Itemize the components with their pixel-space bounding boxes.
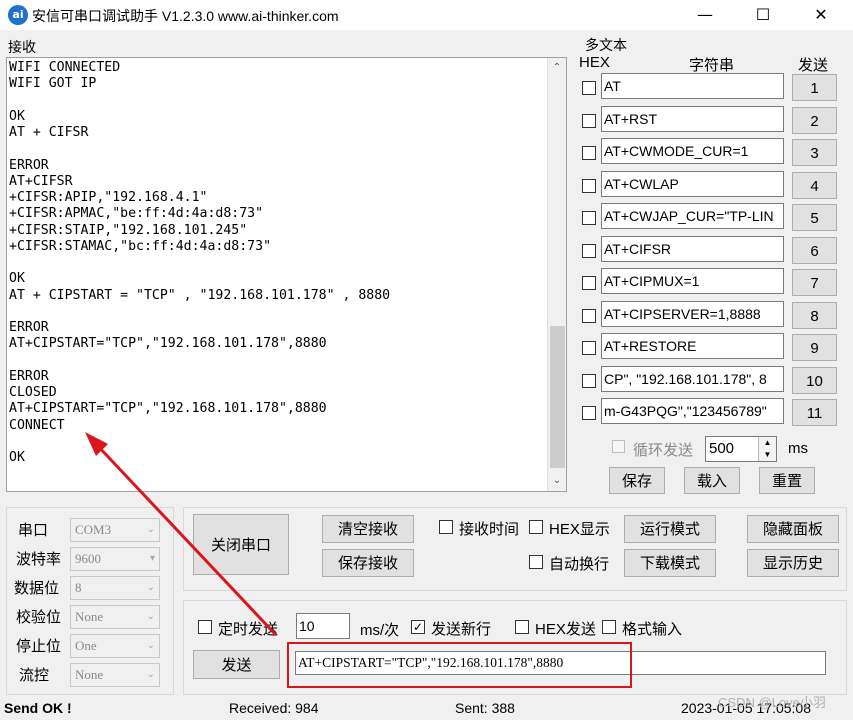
send-status: Send OK ! (4, 700, 72, 716)
annotation-arrow (85, 432, 278, 637)
watermark: CSDN @Love小羽 (718, 695, 826, 710)
sent-count: Sent: 388 (455, 700, 515, 716)
received-count: Received: 984 (229, 700, 319, 716)
status-bar: Send OK ! Received: 984 Sent: 388 2023-0… (0, 695, 853, 720)
arrow-line (94, 442, 278, 637)
